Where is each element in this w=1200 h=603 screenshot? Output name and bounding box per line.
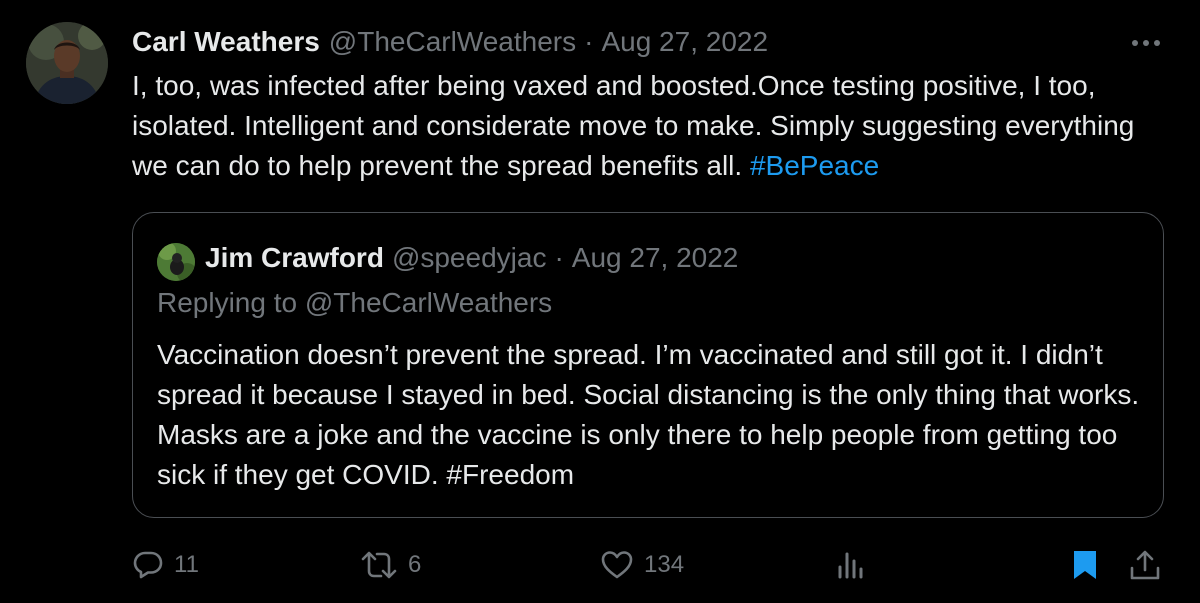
avatar[interactable] bbox=[26, 22, 108, 104]
author-name[interactable]: Carl Weathers bbox=[132, 26, 320, 58]
analytics-icon bbox=[838, 552, 863, 579]
bookmark-button[interactable] bbox=[1070, 545, 1100, 585]
share-icon bbox=[1130, 550, 1160, 580]
share-button[interactable] bbox=[1128, 545, 1162, 585]
quote-separator-dot: · bbox=[554, 242, 564, 273]
action-bar: 11 6 134 bbox=[0, 545, 1200, 585]
reply-icon bbox=[133, 551, 163, 579]
reply-count: 11 bbox=[174, 551, 199, 578]
views-button[interactable] bbox=[836, 545, 866, 585]
separator-dot: · bbox=[584, 26, 594, 57]
quote-header: Jim Crawford @speedyjac · Aug 27, 2022 bbox=[205, 240, 738, 276]
retweet-count: 6 bbox=[408, 551, 422, 578]
more-options-button[interactable] bbox=[1126, 28, 1166, 58]
reply-button[interactable]: 11 bbox=[132, 545, 199, 585]
heart-icon bbox=[601, 551, 633, 579]
retweet-button[interactable]: 6 bbox=[360, 545, 421, 585]
quote-author-handle[interactable]: @speedyjac bbox=[392, 242, 547, 274]
bookmark-icon bbox=[1074, 551, 1096, 579]
hashtag-link[interactable]: #BePeace bbox=[750, 150, 879, 181]
tweet-date[interactable]: Aug 27, 2022 bbox=[601, 26, 768, 58]
tweet-text: I, too, was infected after being vaxed a… bbox=[132, 66, 1172, 186]
more-dots-icon bbox=[1132, 40, 1160, 46]
quote-author-name[interactable]: Jim Crawford bbox=[205, 242, 384, 274]
quote-avatar[interactable] bbox=[157, 243, 195, 281]
like-count: 134 bbox=[644, 551, 685, 578]
tweet[interactable]: Carl Weathers @TheCarlWeathers · Aug 27,… bbox=[0, 0, 1200, 603]
like-button[interactable]: 134 bbox=[600, 545, 684, 585]
replying-to: Replying to @TheCarlWeathers bbox=[157, 287, 553, 318]
tweet-header: Carl Weathers @TheCarlWeathers · Aug 27,… bbox=[132, 24, 768, 60]
retweet-icon bbox=[361, 551, 397, 579]
tweet-text-body: I, too, was infected after being vaxed a… bbox=[132, 70, 1135, 181]
quote-date[interactable]: Aug 27, 2022 bbox=[572, 242, 739, 274]
quote-text: Vaccination doesn’t prevent the spread. … bbox=[157, 339, 1140, 490]
quoted-tweet[interactable]: Jim Crawford @speedyjac · Aug 27, 2022 R… bbox=[132, 212, 1164, 518]
author-handle[interactable]: @TheCarlWeathers bbox=[329, 26, 576, 58]
